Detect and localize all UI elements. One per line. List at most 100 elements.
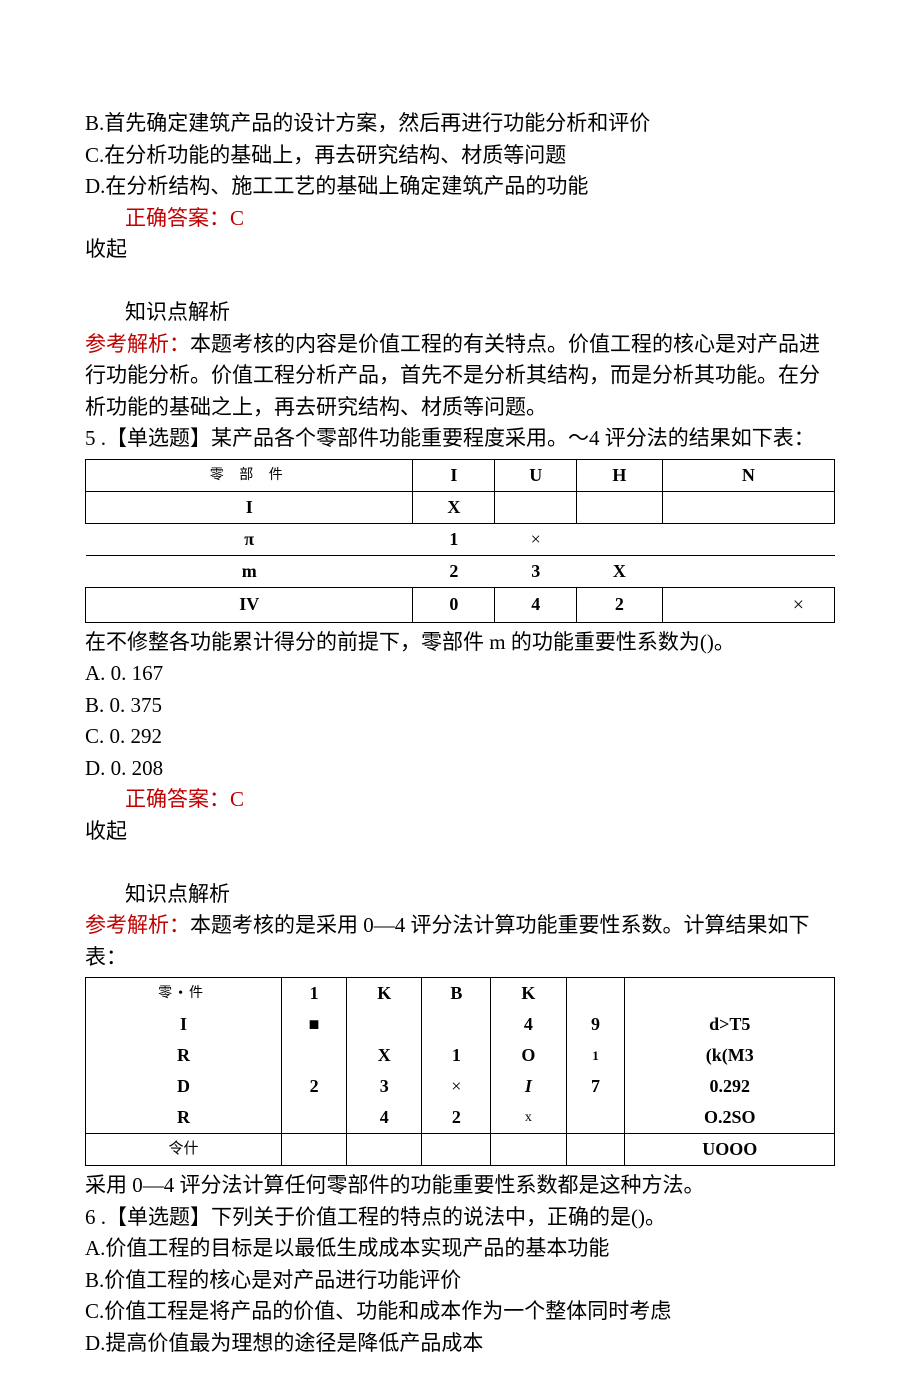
ref-body: 本题考核的是采用 0—4 评分法计算功能重要性系数。计算结果如下表： bbox=[85, 913, 810, 969]
table-cell bbox=[422, 1134, 491, 1166]
table-cell: O bbox=[491, 1040, 566, 1071]
table-row: π 1 × bbox=[86, 523, 835, 555]
table-cell: x bbox=[491, 1102, 566, 1134]
table-cell bbox=[282, 1102, 347, 1134]
table-cell: m bbox=[86, 555, 413, 587]
q4-answer: 正确答案：C bbox=[85, 203, 835, 235]
q6-option-d: D.提高价值最为理想的途径是降低产品成本 bbox=[85, 1328, 835, 1360]
table-cell bbox=[566, 1102, 625, 1134]
table-cell: 4 bbox=[491, 1009, 566, 1040]
table-cell bbox=[282, 1040, 347, 1071]
q5-result-table: 零•件 1 K B K I ■ 4 9 d>T5 R X 1 O 1 (k(M3 bbox=[85, 977, 835, 1166]
table-cell: × bbox=[422, 1071, 491, 1102]
table-header-row: 零•件 1 K B K bbox=[86, 978, 835, 1010]
table-cell: × bbox=[495, 523, 577, 555]
table-cell: I bbox=[86, 1009, 282, 1040]
table-cell: ■ bbox=[282, 1009, 347, 1040]
table-cell: 3 bbox=[495, 555, 577, 587]
table-cell: IV bbox=[86, 587, 413, 622]
q4-knowledge-heading: 知识点解析 bbox=[85, 297, 835, 329]
table-header-row: 零 部 件 I U H N bbox=[86, 459, 835, 491]
q6-option-a: A.价值工程的目标是以最低生成成本实现产品的基本功能 bbox=[85, 1233, 835, 1265]
table-cell: I bbox=[491, 1071, 566, 1102]
ref-body: 本题考核的内容是价值工程的有关特点。价值工程的核心是对产品进行功能分析。价值工程… bbox=[85, 332, 820, 419]
table-header-cell: B bbox=[422, 978, 491, 1010]
table-cell: 1 bbox=[413, 523, 495, 555]
blank bbox=[85, 847, 835, 879]
table-row: I X bbox=[86, 491, 835, 523]
table-cell: UOOO bbox=[625, 1134, 835, 1166]
table-cell: X bbox=[347, 1040, 422, 1071]
q5-collapse[interactable]: 收起 bbox=[85, 816, 835, 848]
q5-option-a: A. 0. 167 bbox=[85, 658, 835, 690]
q6-stem: 6 .【单选题】下列关于价值工程的特点的说法中，正确的是()。 bbox=[85, 1202, 835, 1234]
table-cell bbox=[347, 1009, 422, 1040]
table-cell bbox=[662, 523, 834, 555]
table-row: R X 1 O 1 (k(M3 bbox=[86, 1040, 835, 1071]
q5-post-t2: 采用 0—4 评分法计算任何零部件的功能重要性系数都是这种方法。 bbox=[85, 1170, 835, 1202]
table-cell: 2 bbox=[577, 587, 663, 622]
table-header-cell bbox=[625, 978, 835, 1010]
q4-collapse[interactable]: 收起 bbox=[85, 234, 835, 266]
table-row: D 2 3 × I 7 0.292 bbox=[86, 1071, 835, 1102]
table-header-cell: H bbox=[577, 459, 663, 491]
table-cell bbox=[577, 491, 663, 523]
table-row: IV 0 4 2 × bbox=[86, 587, 835, 622]
table-cell bbox=[347, 1134, 422, 1166]
table-header-cell: U bbox=[495, 459, 577, 491]
table-cell: O.2SO bbox=[625, 1102, 835, 1134]
q5-option-c: C. 0. 292 bbox=[85, 721, 835, 753]
table-header-cell: K bbox=[347, 978, 422, 1010]
table-cell: I bbox=[86, 491, 413, 523]
table-cell bbox=[422, 1009, 491, 1040]
table-cell: × bbox=[662, 587, 834, 622]
table-cell: (k(M3 bbox=[625, 1040, 835, 1071]
table-cell bbox=[495, 491, 577, 523]
table-cell: d>T5 bbox=[625, 1009, 835, 1040]
table-header-cell: 零 部 件 bbox=[86, 459, 413, 491]
table-row: m 2 3 X bbox=[86, 555, 835, 587]
table-cell: 2 bbox=[413, 555, 495, 587]
table-cell: π bbox=[86, 523, 413, 555]
table-cell bbox=[491, 1134, 566, 1166]
table-cell: 4 bbox=[495, 587, 577, 622]
table-cell: 2 bbox=[282, 1071, 347, 1102]
q5-scoring-table: 零 部 件 I U H N I X π 1 × m 2 3 X IV bbox=[85, 459, 835, 623]
table-cell bbox=[577, 523, 663, 555]
table-row: 令什 UOOO bbox=[86, 1134, 835, 1166]
table-cell bbox=[282, 1134, 347, 1166]
table-cell: X bbox=[577, 555, 663, 587]
answer-value: C bbox=[230, 787, 244, 811]
q6-option-b: B.价值工程的核心是对产品进行功能评价 bbox=[85, 1265, 835, 1297]
q5-explanation: 参考解析：本题考核的是采用 0—4 评分法计算功能重要性系数。计算结果如下表： bbox=[85, 910, 835, 973]
q5-knowledge-heading: 知识点解析 bbox=[85, 879, 835, 911]
table-cell: R bbox=[86, 1040, 282, 1071]
table-cell: 7 bbox=[566, 1071, 625, 1102]
table-cell: X bbox=[413, 491, 495, 523]
q4-option-d: D.在分析结构、施工工艺的基础上确定建筑产品的功能 bbox=[85, 171, 835, 203]
table-cell: 0 bbox=[413, 587, 495, 622]
table-cell: 令什 bbox=[86, 1134, 282, 1166]
table-cell: 4 bbox=[347, 1102, 422, 1134]
table-header-cell: N bbox=[662, 459, 834, 491]
table-row: R 4 2 x O.2SO bbox=[86, 1102, 835, 1134]
answer-value: C bbox=[230, 206, 244, 230]
q4-option-c: C.在分析功能的基础上，再去研究结构、材质等问题 bbox=[85, 140, 835, 172]
table-cell: D bbox=[86, 1071, 282, 1102]
table-header-cell bbox=[566, 978, 625, 1010]
ref-label: 参考解析： bbox=[85, 913, 190, 937]
table-cell: 1 bbox=[422, 1040, 491, 1071]
answer-label: 正确答案： bbox=[125, 206, 230, 230]
table-cell: 3 bbox=[347, 1071, 422, 1102]
table-cell: 2 bbox=[422, 1102, 491, 1134]
q5-option-b: B. 0. 375 bbox=[85, 690, 835, 722]
table-cell: 1 bbox=[566, 1040, 625, 1071]
answer-label: 正确答案： bbox=[125, 787, 230, 811]
q5-stem: 5 .【单选题】某产品各个零部件功能重要程度采用。～4 评分法的结果如下表： bbox=[85, 423, 835, 455]
table-cell: 0.292 bbox=[625, 1071, 835, 1102]
table-header-cell: I bbox=[413, 459, 495, 491]
table-header-cell: 零•件 bbox=[86, 978, 282, 1010]
q5-option-d: D. 0. 208 bbox=[85, 753, 835, 785]
table-cell: R bbox=[86, 1102, 282, 1134]
table-cell bbox=[662, 555, 834, 587]
